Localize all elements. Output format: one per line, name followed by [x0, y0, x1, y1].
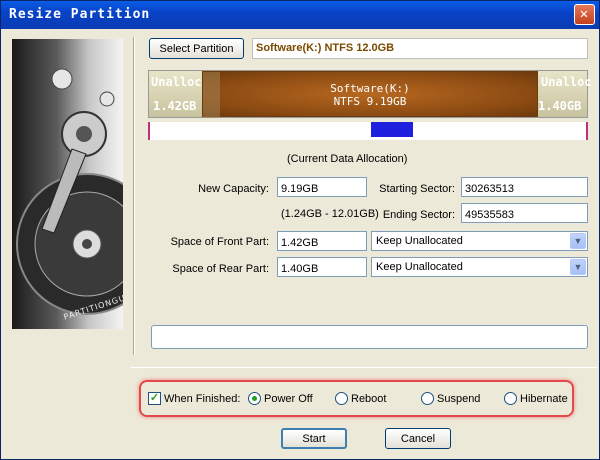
resize-partition-dialog: Resize Partition ✕ PARTITIONGURU Select … — [0, 0, 600, 460]
rear-space-select[interactable]: Keep Unallocated ▼ — [371, 257, 588, 277]
allocation-caption: (Current Data Allocation) — [287, 153, 408, 165]
hibernate-radio[interactable] — [504, 392, 517, 405]
new-capacity-label: New Capacity: — [198, 183, 269, 195]
close-button[interactable]: ✕ — [574, 4, 595, 25]
starting-sector-label: Starting Sector: — [379, 183, 455, 195]
cancel-button[interactable]: Cancel — [385, 428, 451, 449]
select-partition-button[interactable]: Select Partition — [149, 38, 244, 59]
reboot-radio[interactable] — [335, 392, 348, 405]
main-partition-detail: NTFS 9.19GB — [333, 95, 407, 108]
front-space-input[interactable] — [277, 231, 367, 251]
hard-drive-icon — [16, 68, 123, 315]
front-space-label: Space of Front Part: — [170, 236, 269, 248]
rear-unallocated-segment[interactable]: Unalloc 1.40GB — [538, 71, 592, 117]
ending-sector-label: Ending Sector: — [382, 209, 455, 221]
divider — [133, 37, 135, 355]
front-space-select[interactable]: Keep Unallocated ▼ — [371, 231, 588, 251]
power-off-radio[interactable] — [248, 392, 261, 405]
partition-bar[interactable]: Unalloc 1.42GB Software(K:) NTFS 9.19GB … — [148, 70, 592, 118]
power-off-label: Power Off — [264, 393, 313, 405]
rear-space-option: Keep Unallocated — [376, 261, 463, 273]
front-space-option: Keep Unallocated — [376, 235, 463, 247]
rear-space-input[interactable] — [277, 257, 367, 277]
rear-unalloc-label: Unalloc — [541, 75, 592, 89]
front-unalloc-size: 1.42GB — [153, 99, 197, 113]
suspend-label: Suspend — [437, 393, 481, 405]
main-partition-name: Software(K:) — [330, 82, 410, 95]
front-unallocated-segment[interactable]: Unalloc 1.42GB — [149, 71, 202, 117]
capacity-range-hint: (1.24GB - 12.01GB) — [281, 208, 379, 220]
ending-sector-input[interactable] — [461, 203, 588, 223]
when-finished-label: When Finished: — [164, 393, 241, 405]
front-unalloc-label: Unalloc — [151, 75, 202, 89]
suspend-radio[interactable] — [421, 392, 434, 405]
start-button[interactable]: Start — [281, 428, 347, 449]
chevron-down-icon[interactable]: ▼ — [570, 259, 586, 275]
hibernate-label: Hibernate — [520, 393, 568, 405]
rear-unalloc-size: 1.40GB — [538, 99, 582, 113]
partition-info-field: Software(K:) NTFS 12.0GB — [252, 38, 588, 59]
new-capacity-input[interactable] — [277, 177, 367, 197]
rear-space-label: Space of Rear Part: — [172, 263, 269, 275]
starting-sector-input[interactable] — [461, 177, 588, 197]
used-data-block — [371, 122, 413, 137]
main-partition-segment[interactable]: Software(K:) NTFS 9.19GB — [202, 71, 538, 118]
data-allocation-bar — [148, 122, 588, 140]
status-message-box — [151, 325, 588, 349]
hard-drive-image: PARTITIONGURU — [12, 39, 123, 329]
chevron-down-icon[interactable]: ▼ — [570, 233, 586, 249]
reboot-label: Reboot — [351, 393, 387, 405]
window-title: Resize Partition — [9, 7, 151, 22]
when-finished-checkbox[interactable]: ✓ — [148, 392, 161, 405]
title-bar: Resize Partition ✕ — [1, 1, 599, 29]
separator — [131, 367, 597, 368]
